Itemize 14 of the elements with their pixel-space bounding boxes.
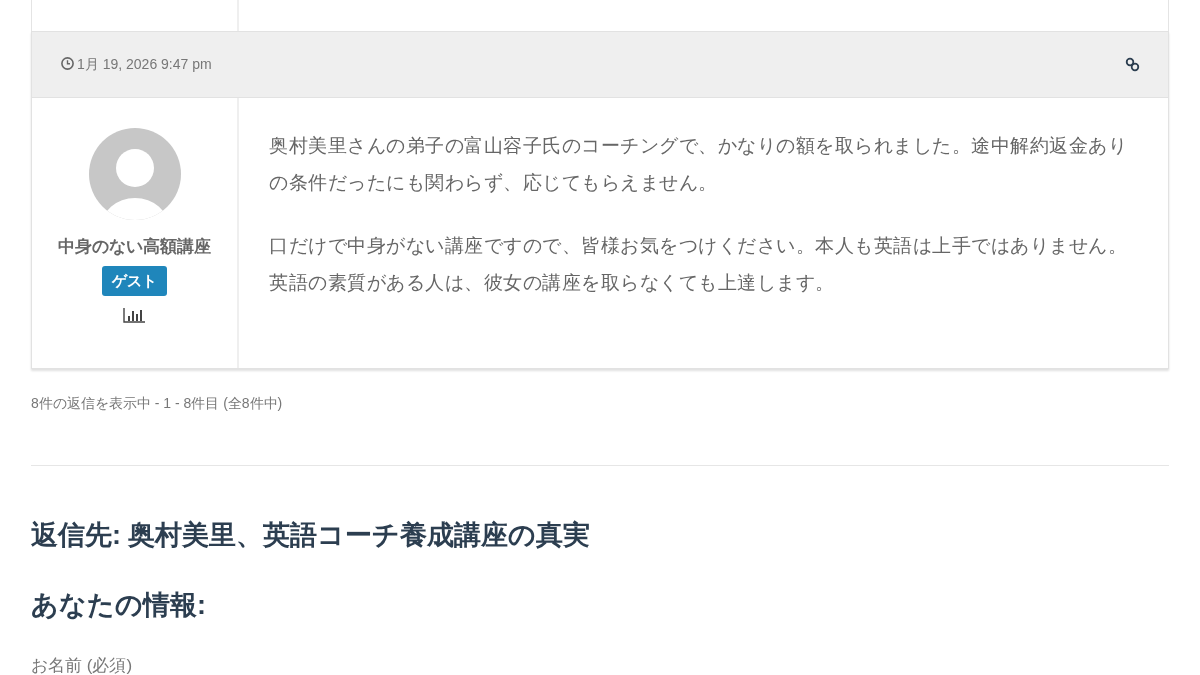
permalink-link[interactable] xyxy=(1125,57,1140,72)
section-heading: あなたの情報: xyxy=(31,589,207,622)
role-badge: ゲスト xyxy=(102,266,167,296)
pagination-info: 8件の返信を表示中 - 1 - 8件目 (全8件中) xyxy=(31,394,284,413)
field-label: お名前 (必須) xyxy=(31,655,134,675)
bar-chart-icon xyxy=(123,308,146,323)
post-paragraph: 口だけで中身がない講座ですので、皆様お気をつけください。本人も英語は上手ではありません。英語の素質がある人は、彼女の講座を取らなくても上達します。 xyxy=(269,234,1128,295)
clock-icon xyxy=(61,57,74,70)
post-paragraph: 奥村美里さんの弟子の富山容子氏のコーチングで、かなりの額を取られました。途中解約返金ありの条件だったにも関わらず、応じてもらえません。 xyxy=(269,134,1128,195)
author-name: 中身のない高額講座 xyxy=(58,236,211,258)
avatar-icon xyxy=(88,128,181,220)
timestamp-text: 1月 19, 2026 9:47 pm xyxy=(77,56,212,72)
reply-form-heading: 返信先: 奥村美里、英語コーチ養成講座の真実 xyxy=(31,519,592,552)
chain-link-icon xyxy=(1125,57,1140,72)
